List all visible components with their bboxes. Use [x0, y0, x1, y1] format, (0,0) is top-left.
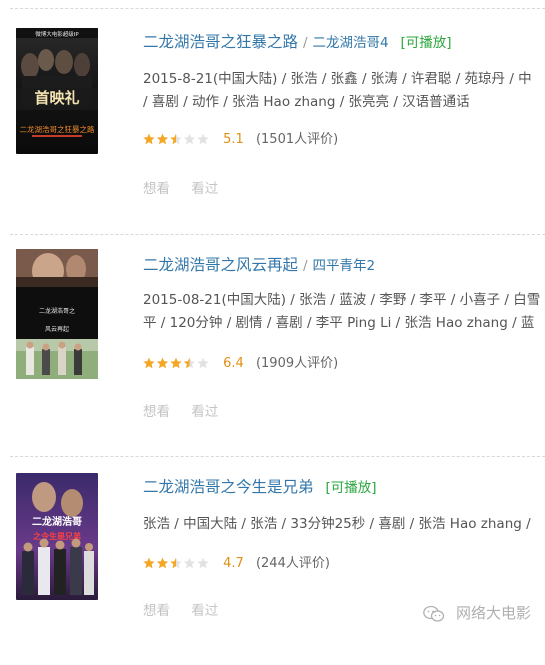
poster-title-text: 二龙湖浩哥之: [39, 307, 75, 315]
star-full-icon: [156, 357, 169, 369]
rating-count: (244人评价): [255, 556, 330, 571]
movie-entry: 二龙湖浩哥 之今生是兄弟 二龙湖浩哥之今生是兄弟 [可播放] 张浩 / 中国大陆…: [0, 465, 545, 665]
movie-poster[interactable]: 二龙湖浩哥 之今生是兄弟: [16, 473, 98, 600]
rating-stars: [143, 357, 211, 375]
movie-meta-line: 张浩 / 中国大陆 / 张浩 / 33分钟25秒 / 喜剧 / 张浩 Hao z…: [143, 516, 531, 532]
poster-top-text: 微博大电影超级IP: [35, 30, 79, 38]
watched-link[interactable]: 看过: [191, 404, 218, 420]
poster-sub-text: 二龙湖浩哥之狂暴之路: [20, 124, 95, 134]
poster-title-text: 二龙湖浩哥: [32, 515, 82, 528]
rating: 6.4 (1909人评价): [143, 355, 338, 375]
title-separator: /: [302, 258, 308, 274]
star-full-icon: [143, 133, 155, 145]
divider: [10, 456, 545, 457]
star-half-icon: [183, 357, 196, 369]
poster-center-text: 首映礼: [34, 89, 79, 107]
star-full-icon: [156, 133, 169, 145]
star-full-icon: [143, 357, 155, 369]
movie-entry: 二龙湖浩哥之 风云再起 二龙湖浩哥之风云再起 / 四平青年2 2015-08-2…: [0, 243, 545, 443]
star-empty-icon: [197, 133, 209, 145]
star-half-icon: [170, 133, 182, 145]
movie-title-line: 二龙湖浩哥之狂暴之路 / 二龙湖浩哥4 [可播放]: [143, 31, 452, 54]
star-empty-icon: [183, 133, 196, 145]
wechat-icon: [423, 605, 445, 622]
movie-meta-line: 2015-08-21(中国大陆) / 张浩 / 蓝波 / 李野 / 李平 / 小…: [143, 292, 541, 308]
want-to-watch-link[interactable]: 想看: [143, 404, 170, 420]
divider: [10, 8, 545, 9]
divider: [10, 234, 545, 235]
movie-poster[interactable]: 微博大电影超级IP 首映礼 二龙湖浩哥之狂暴之路: [16, 28, 98, 154]
star-full-icon: [170, 357, 182, 369]
action-links: 想看 看过: [143, 400, 235, 420]
want-to-watch-link[interactable]: 想看: [143, 603, 170, 619]
star-empty-icon: [183, 557, 196, 569]
watched-link[interactable]: 看过: [191, 181, 218, 197]
star-empty-icon: [197, 557, 209, 569]
watermark-text: 网络大电影: [455, 604, 531, 622]
movie-title-line: 二龙湖浩哥之风云再起 / 四平青年2: [143, 254, 375, 277]
rating-score: 6.4: [223, 356, 244, 371]
movie-entry: 微博大电影超级IP 首映礼 二龙湖浩哥之狂暴之路 二龙湖浩哥之狂暴之路 / 二龙…: [0, 20, 545, 220]
watermark: 网络大电影: [423, 602, 531, 623]
rating-count: (1501人评价): [255, 132, 339, 147]
want-to-watch-link[interactable]: 想看: [143, 181, 170, 197]
movie-poster[interactable]: 二龙湖浩哥之 风云再起: [16, 249, 98, 379]
rating-score: 5.1: [223, 132, 244, 147]
star-empty-icon: [197, 357, 209, 369]
poster-title-text-2: 风云再起: [45, 325, 69, 333]
rating-stars: [143, 557, 211, 575]
movie-meta-line: / 喜剧 / 动作 / 张浩 Hao zhang / 张亮亮 / 汉语普通话: [143, 94, 470, 110]
rating-score: 4.7: [223, 556, 244, 571]
star-half-icon: [170, 557, 182, 569]
playable-badge[interactable]: [可播放]: [400, 35, 451, 51]
movie-title-link[interactable]: 二龙湖浩哥之风云再起: [143, 256, 298, 274]
watched-link[interactable]: 看过: [191, 603, 218, 619]
movie-meta-line: 平 / 120分钟 / 剧情 / 喜剧 / 李平 Ping Li / 张浩 Ha…: [143, 315, 535, 331]
action-links: 想看 看过: [143, 599, 235, 619]
movie-title-link[interactable]: 二龙湖浩哥之今生是兄弟: [143, 478, 314, 496]
movie-meta-line: 2015-8-21(中国大陆) / 张浩 / 张鑫 / 张涛 / 许君聪 / 苑…: [143, 71, 532, 87]
playable-badge[interactable]: [可播放]: [325, 480, 376, 496]
rating-stars: [143, 133, 211, 151]
movie-alt-title[interactable]: 四平青年2: [312, 258, 375, 274]
title-separator: /: [302, 35, 308, 51]
rating-count: (1909人评价): [255, 356, 339, 371]
star-full-icon: [143, 557, 155, 569]
action-links: 想看 看过: [143, 177, 235, 197]
movie-title-line: 二龙湖浩哥之今生是兄弟 [可播放]: [143, 476, 377, 499]
rating: 5.1 (1501人评价): [143, 131, 338, 151]
movie-alt-title[interactable]: 二龙湖浩哥4: [312, 35, 388, 51]
star-full-icon: [156, 557, 169, 569]
movie-title-link[interactable]: 二龙湖浩哥之狂暴之路: [143, 33, 298, 51]
rating: 4.7 (244人评价): [143, 555, 330, 575]
